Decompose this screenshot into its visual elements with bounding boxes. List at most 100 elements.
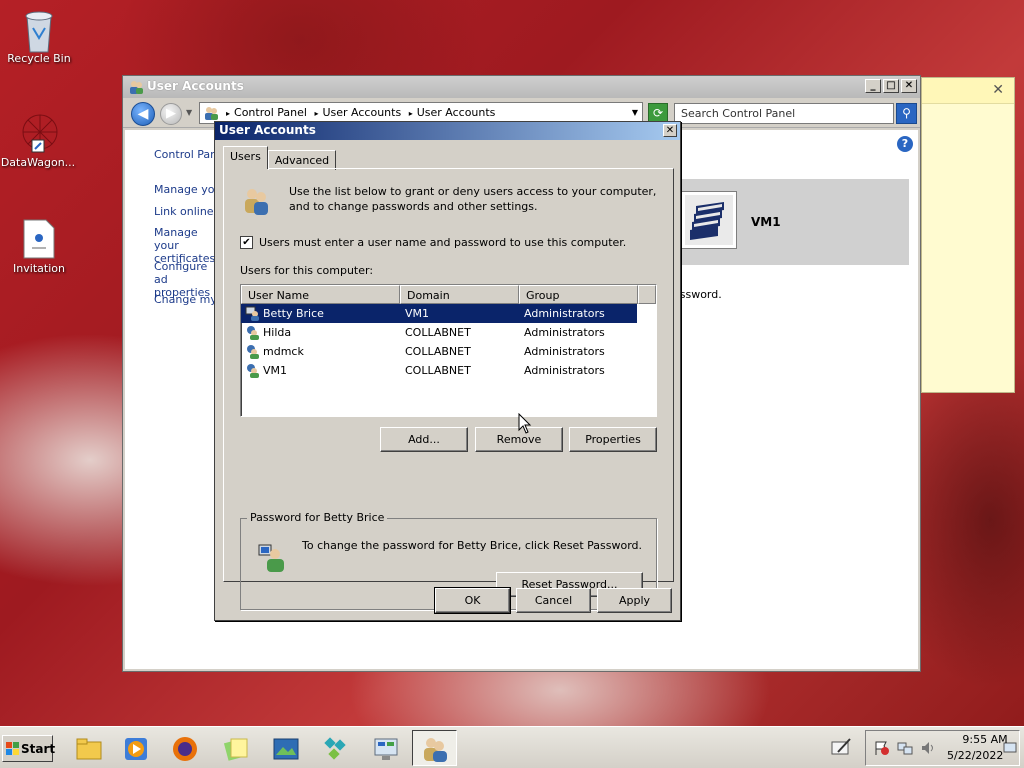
- column-header-domain[interactable]: Domain: [400, 285, 519, 304]
- invitation-label: Invitation: [13, 262, 65, 275]
- users-list-header: User Name Domain Group: [241, 285, 656, 304]
- user-icon: [245, 344, 260, 359]
- tab-users[interactable]: Users: [223, 146, 268, 169]
- require-login-checkbox[interactable]: ✔: [240, 236, 253, 249]
- domain-cell: COLLABNET: [405, 364, 471, 377]
- datawagon-shortcut-icon: [18, 112, 58, 153]
- media-player-icon: [122, 735, 150, 763]
- invitation-file[interactable]: Invitation: [0, 218, 79, 275]
- password-group-label: Password for Betty Brice: [247, 511, 388, 524]
- group-cell: Administrators: [518, 304, 637, 323]
- taskbar-control-panel[interactable]: [363, 730, 408, 766]
- pen-tablet-icon[interactable]: [830, 736, 852, 758]
- properties-button[interactable]: Properties: [569, 427, 657, 452]
- clock-date[interactable]: 5/22/2022: [947, 749, 1007, 762]
- maximize-button[interactable]: □: [883, 79, 899, 93]
- table-row[interactable]: Betty Brice VM1 Administrators: [241, 304, 656, 323]
- recent-pages-chevron-icon[interactable]: ▼: [186, 108, 192, 117]
- user-name-cell: Betty Brice: [263, 307, 324, 320]
- add-user-button[interactable]: Add...: [380, 427, 468, 452]
- close-button[interactable]: ✕: [901, 79, 917, 93]
- user-password-icon: [257, 541, 289, 573]
- start-label: Start: [21, 742, 56, 756]
- volume-icon[interactable]: [920, 740, 936, 759]
- image-icon: [272, 735, 300, 763]
- dialog-title: User Accounts: [219, 123, 316, 137]
- mouse-cursor-icon: [518, 412, 532, 435]
- column-header-filler: [638, 285, 656, 304]
- column-header-group[interactable]: Group: [519, 285, 638, 304]
- apply-button[interactable]: Apply: [597, 588, 672, 613]
- account-picture[interactable]: [681, 191, 737, 249]
- document-icon: [19, 218, 59, 259]
- search-input[interactable]: Search Control Panel: [674, 103, 894, 124]
- back-button[interactable]: ◀: [131, 102, 155, 126]
- taskbar-user-accounts[interactable]: [412, 730, 457, 766]
- table-row[interactable]: VM1 COLLABNET Administrators: [241, 361, 656, 380]
- user-accounts-icon: [128, 79, 144, 95]
- folder-icon: [75, 735, 103, 763]
- start-button[interactable]: Start: [2, 735, 56, 762]
- datawagon-shortcut[interactable]: DataWagon...: [0, 112, 78, 169]
- network-tray-icon[interactable]: [897, 740, 913, 759]
- require-login-label: Users must enter a user name and passwor…: [259, 236, 627, 249]
- tab-strip: Users Advanced: [223, 146, 337, 170]
- user-name-cell: mdmck: [263, 345, 304, 358]
- network-icon: [322, 735, 350, 763]
- password-message: To change the password for Betty Brice, …: [302, 539, 643, 552]
- notes-icon: [222, 735, 250, 763]
- taskbar-firefox[interactable]: [162, 730, 207, 766]
- close-icon[interactable]: ✕: [992, 82, 1004, 98]
- taskbar-explorer[interactable]: [66, 730, 111, 766]
- firefox-icon: [171, 735, 199, 763]
- search-icon[interactable]: ⚲: [896, 103, 917, 124]
- control-panel-titlebar[interactable]: User Accounts _ □ ✕: [123, 76, 920, 98]
- window-title: User Accounts: [147, 79, 244, 93]
- help-icon[interactable]: ?: [897, 136, 913, 152]
- dialog-titlebar[interactable]: User Accounts ✕: [215, 122, 680, 140]
- user-icon: [245, 325, 260, 340]
- recycle-bin-icon: [19, 8, 59, 53]
- forward-button[interactable]: ▶: [160, 103, 182, 125]
- table-row[interactable]: mdmck COLLABNET Administrators: [241, 342, 656, 361]
- recycle-bin[interactable]: Recycle Bin: [0, 8, 79, 65]
- taskbar-media-player[interactable]: [113, 730, 158, 766]
- ok-button[interactable]: OK: [434, 587, 511, 614]
- breadcrumb-control-panel[interactable]: Control Panel: [222, 106, 307, 119]
- group-cell: Administrators: [524, 326, 605, 339]
- domain-cell: COLLABNET: [405, 345, 471, 358]
- taskbar-image-viewer[interactable]: [263, 730, 308, 766]
- intro-text: Use the list below to grant or deny user…: [289, 185, 657, 213]
- user-accounts-dialog: User Accounts ✕ Users Advanced Use the l…: [214, 121, 681, 621]
- chevron-down-icon[interactable]: ▼: [632, 108, 638, 117]
- clock-time[interactable]: 9:55 AM: [960, 733, 1010, 746]
- taskbar-network[interactable]: [313, 730, 358, 766]
- group-cell: Administrators: [524, 345, 605, 358]
- windows-logo-icon: [6, 742, 19, 755]
- domain-cell: COLLABNET: [405, 326, 471, 339]
- users-list-label: Users for this computer:: [240, 264, 374, 277]
- refresh-button[interactable]: ⟳: [648, 103, 668, 123]
- action-center-flag-icon[interactable]: [874, 740, 890, 759]
- table-row[interactable]: Hilda COLLABNET Administrators: [241, 323, 656, 342]
- datawagon-label: DataWagon...: [0, 156, 76, 169]
- user-accounts-icon: [203, 105, 219, 121]
- user-accounts-icon: [421, 735, 449, 763]
- breadcrumb-user-accounts[interactable]: User Accounts: [310, 106, 401, 119]
- require-login-row: ✔ Users must enter a user name and passw…: [240, 236, 626, 249]
- account-name: VM1: [751, 215, 781, 229]
- dialog-close-button[interactable]: ✕: [663, 124, 677, 137]
- user-icon: [245, 306, 260, 321]
- sticky-note-window: ✕: [921, 77, 1015, 393]
- user-name-cell: Hilda: [263, 326, 292, 339]
- user-icon: [245, 363, 260, 378]
- users-tab-panel: Use the list below to grant or deny user…: [223, 168, 674, 610]
- cancel-button[interactable]: Cancel: [516, 588, 591, 613]
- users-icon: [240, 185, 272, 217]
- taskbar-notes[interactable]: [213, 730, 258, 766]
- tab-advanced[interactable]: Advanced: [267, 150, 337, 170]
- minimize-button[interactable]: _: [865, 79, 881, 93]
- column-header-user-name[interactable]: User Name: [241, 285, 400, 304]
- account-panel: VM1: [673, 179, 909, 265]
- breadcrumb-user-accounts-current[interactable]: User Accounts: [405, 106, 496, 119]
